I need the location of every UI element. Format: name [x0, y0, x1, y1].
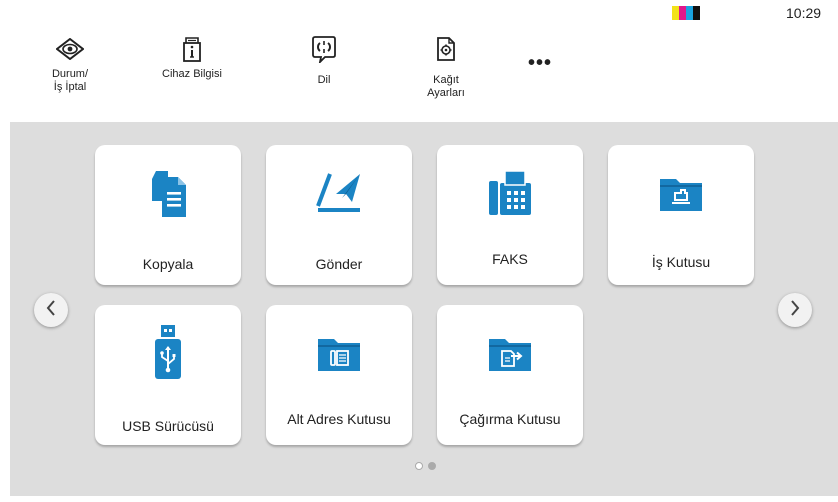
next-page-button[interactable]	[778, 293, 812, 327]
app-copy[interactable]: Kopyala	[95, 145, 241, 285]
page-dot-active[interactable]	[428, 462, 436, 470]
app-usb-drive[interactable]: USB Sürücüsü	[95, 305, 241, 445]
app-polling-box-label: Çağırma Kutusu	[459, 411, 561, 427]
page-dot[interactable]	[415, 462, 423, 470]
status-cancel-button[interactable]: Durum/ İş İptal	[22, 34, 118, 94]
polling-box-icon	[437, 323, 583, 383]
job-box-icon	[608, 163, 754, 223]
status-cancel-label: Durum/ İş İptal	[51, 68, 89, 93]
fax-icon	[437, 163, 583, 223]
paper-settings-icon	[435, 34, 457, 64]
toner-black	[693, 6, 700, 20]
device-info-button[interactable]: Cihaz Bilgisi	[144, 34, 240, 81]
toner-cyan	[686, 6, 693, 20]
top-bar: 10:29 Durum/ İş İptal Cihaz Bilgisi Dil …	[0, 0, 838, 120]
language-label: Dil	[317, 74, 331, 86]
paper-settings-label: Kağıt Ayarları	[427, 74, 465, 99]
page-indicator	[415, 462, 436, 470]
more-button[interactable]: •••	[528, 53, 552, 73]
app-job-box-label: İş Kutusu	[651, 254, 711, 270]
chevron-right-icon	[789, 299, 801, 322]
paper-settings-button[interactable]: Kağıt Ayarları	[398, 34, 494, 100]
clock: 10:29	[786, 5, 822, 21]
app-job-box[interactable]: İş Kutusu	[608, 145, 754, 285]
eye-icon	[56, 34, 84, 64]
app-fax[interactable]: FAKS	[437, 145, 583, 285]
app-polling-box[interactable]: Çağırma Kutusu	[437, 305, 583, 445]
previous-page-button[interactable]	[34, 293, 68, 327]
app-send[interactable]: Gönder	[266, 145, 412, 285]
sub-address-box-icon	[266, 323, 412, 383]
toner-magenta	[679, 6, 686, 20]
usb-drive-icon	[95, 323, 241, 383]
device-info-icon	[182, 34, 202, 64]
app-sub-address-box[interactable]: Alt Adres Kutusu	[266, 305, 412, 445]
app-copy-label: Kopyala	[142, 256, 194, 272]
app-usb-drive-label: USB Sürücüsü	[122, 418, 214, 434]
send-icon	[266, 163, 412, 223]
app-sub-address-box-label: Alt Adres Kutusu	[287, 411, 391, 427]
app-grid-area: Kopyala Gönder FAKS İş Kutusu USB Sürücü…	[10, 122, 838, 496]
toner-level-indicator	[672, 6, 700, 20]
chevron-left-icon	[45, 299, 57, 322]
app-send-label: Gönder	[315, 256, 363, 272]
app-fax-label: FAKS	[492, 251, 528, 267]
device-info-label: Cihaz Bilgisi	[162, 68, 222, 80]
language-button[interactable]: Dil	[276, 34, 372, 87]
language-icon	[311, 34, 337, 64]
copy-icon	[95, 163, 241, 223]
toner-yellow	[672, 6, 679, 20]
